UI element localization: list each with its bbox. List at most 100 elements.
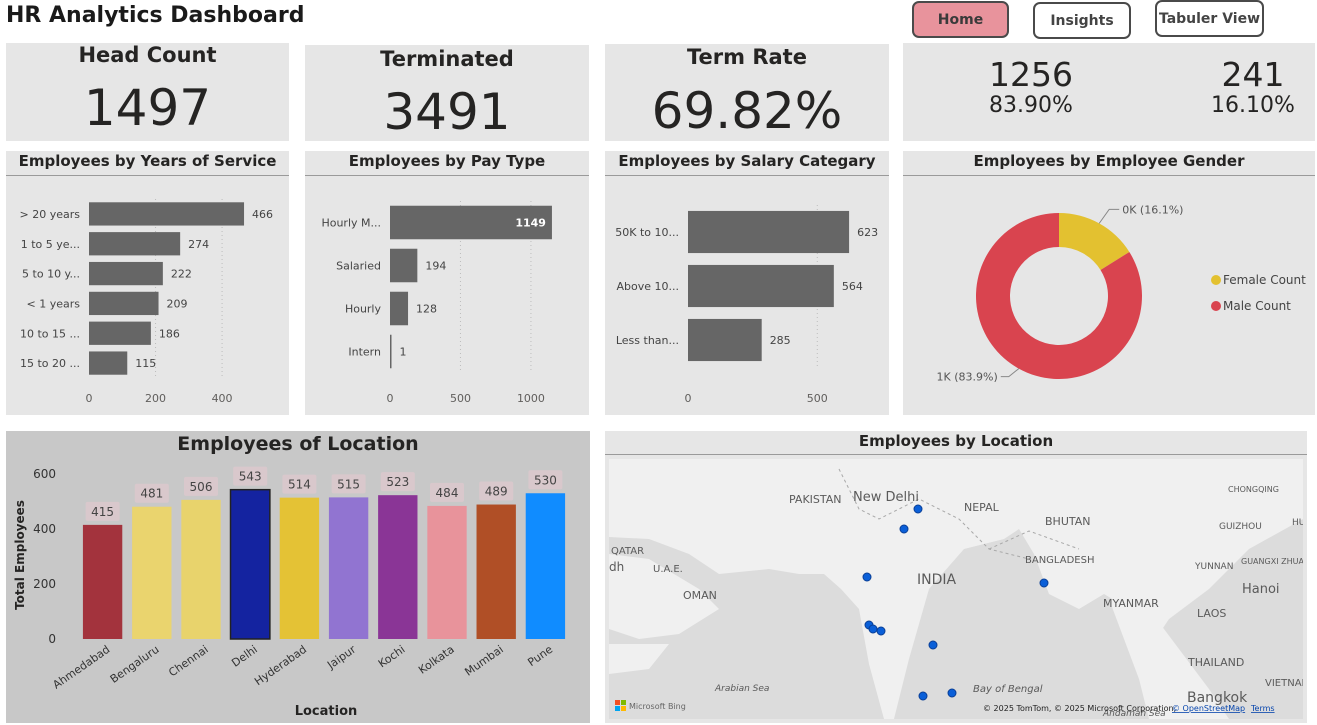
- map-panel: Employees by Location PAKISTAN New Delhi N…: [605, 431, 1307, 723]
- category-label: Hourly: [345, 303, 382, 316]
- data-label: 481: [140, 487, 163, 501]
- x-tick-label: Chennai: [166, 643, 210, 680]
- data-label: 484: [436, 486, 459, 500]
- location-marker: [928, 640, 938, 650]
- data-label: 489: [485, 485, 508, 499]
- data-label: 515: [337, 477, 360, 491]
- y-tick-label: 0: [48, 632, 56, 646]
- legend-label: Male Count: [1223, 299, 1291, 313]
- map-label: VIETNAM: [1265, 678, 1303, 689]
- location-panel: Employees of Location 0 200 400 600 415 Ahmed…: [6, 431, 590, 723]
- x-tick-label: 0: [685, 392, 692, 405]
- bing-logo-square: [621, 706, 626, 711]
- data-label: 523: [386, 475, 409, 489]
- category-label: < 1 years: [27, 297, 81, 310]
- map-label: INDIA: [917, 572, 957, 588]
- data-label: 623: [857, 226, 878, 239]
- terminated-label: Terminated: [380, 47, 514, 71]
- x-tick-label: Bengaluru: [108, 643, 162, 686]
- y-axis-title: Total Employees: [13, 500, 27, 610]
- male-count-value: 1256: [989, 55, 1073, 94]
- map-label: New Delhi: [853, 490, 919, 505]
- map-label: YUNNAN: [1194, 562, 1233, 572]
- bar: [89, 261, 163, 286]
- bing-label: Microsoft Bing: [629, 702, 686, 711]
- data-label: 274: [188, 238, 209, 251]
- bar: [378, 495, 418, 639]
- location-marker: [1039, 578, 1049, 588]
- legend-female-marker: [1211, 275, 1221, 285]
- land-oman: [609, 644, 669, 674]
- data-label: 415: [91, 505, 114, 519]
- map-label: OMAN: [683, 589, 717, 602]
- bar: [688, 264, 834, 308]
- slice-data-label: 0K (16.1%): [1122, 203, 1183, 216]
- x-tick-label: 200: [145, 392, 166, 405]
- map-canvas[interactable]: PAKISTAN New Delhi NEPAL BHUTAN BANGLADESH IN…: [609, 459, 1303, 719]
- data-label: 466: [252, 208, 273, 221]
- bar: [89, 321, 151, 345]
- map-label: Bay of Bengal: [973, 684, 1043, 695]
- years-of-service-chart: 0 200 400 > 20 years 466 1 to 5 ye... 274 5 to …: [20, 199, 273, 405]
- male-percent-value: 83.90%: [989, 93, 1073, 118]
- data-label: 506: [190, 480, 213, 494]
- bar: [390, 334, 392, 369]
- gender-panel: Employees by Employee Gender 0K (16.1%) 1…: [903, 151, 1315, 415]
- slice-leader-line: [1000, 368, 1020, 378]
- salary-category-chart: 0 500 50K to 10... 623 Above 10... 564 Less th…: [615, 205, 878, 405]
- category-label: Intern: [348, 346, 381, 359]
- home-button[interactable]: Home: [912, 1, 1009, 38]
- map-title: Employees by Location: [858, 432, 1054, 450]
- y-tick-label: 400: [33, 522, 56, 536]
- bing-logo-square: [615, 700, 620, 705]
- female-count-value: 241: [1221, 55, 1285, 94]
- map-label: MYANMAR: [1103, 597, 1159, 610]
- bar: [476, 504, 516, 639]
- location-marker: [918, 691, 928, 701]
- legend-male-marker: [1211, 301, 1221, 311]
- terminated-card: Terminated 3491: [305, 45, 589, 141]
- bar: [390, 248, 418, 283]
- x-tick-label: Hyderabad: [252, 643, 309, 688]
- bar: [89, 202, 245, 226]
- insights-button[interactable]: Insights: [1033, 2, 1131, 39]
- data-label: 564: [842, 280, 863, 293]
- data-label: 514: [288, 478, 311, 492]
- x-tick-label: 400: [212, 392, 233, 405]
- map-label: BANGLADESH: [1025, 555, 1094, 566]
- x-tick-label: 1000: [517, 392, 545, 405]
- head-count-card: Head Count 1497: [6, 43, 289, 141]
- data-label: 222: [171, 268, 192, 281]
- map-label: GUANGXI ZHUANG: [1241, 557, 1303, 566]
- map-label: NEPAL: [964, 501, 1000, 514]
- tabuler-view-button[interactable]: Tabuler View: [1155, 0, 1264, 37]
- term-rate-value: 69.82%: [651, 82, 843, 140]
- bar: [427, 505, 467, 639]
- map-label: HU: [1292, 518, 1303, 528]
- openstreetmap-link: © OpenStreetMap: [1172, 704, 1245, 713]
- x-tick-label: Ahmedabad: [50, 643, 112, 692]
- map-label: PAKISTAN: [789, 493, 842, 506]
- data-label: 543: [239, 470, 262, 484]
- location-chart: 0 200 400 600 415 Ahmedabad 481 Bengaluru 506 Che…: [13, 466, 566, 719]
- map-label: BHUTAN: [1045, 515, 1091, 528]
- title-divider: [605, 454, 1307, 455]
- bar: [279, 497, 320, 639]
- location-marker: [862, 572, 872, 582]
- terminated-value: 3491: [383, 83, 511, 141]
- data-label: 115: [135, 357, 156, 370]
- head-count-value: 1497: [83, 79, 212, 137]
- bar: [328, 497, 369, 639]
- x-tick-label: 0: [387, 392, 394, 405]
- map-label: CHONGQING: [1228, 485, 1279, 494]
- x-tick-label: Pune: [525, 643, 555, 669]
- location-marker: [876, 626, 886, 636]
- category-label: Hourly M...: [321, 217, 381, 230]
- bing-logo-square: [621, 700, 626, 705]
- location-marker: [868, 624, 878, 634]
- bar: [132, 506, 172, 639]
- category-label: 1 to 5 ye...: [21, 238, 80, 251]
- term-rate-label: Term Rate: [687, 45, 807, 69]
- gender-donut-chart: 0K (16.1%) 1K (83.9%) Female Count Male Cou…: [937, 203, 1307, 383]
- bar: [89, 291, 159, 316]
